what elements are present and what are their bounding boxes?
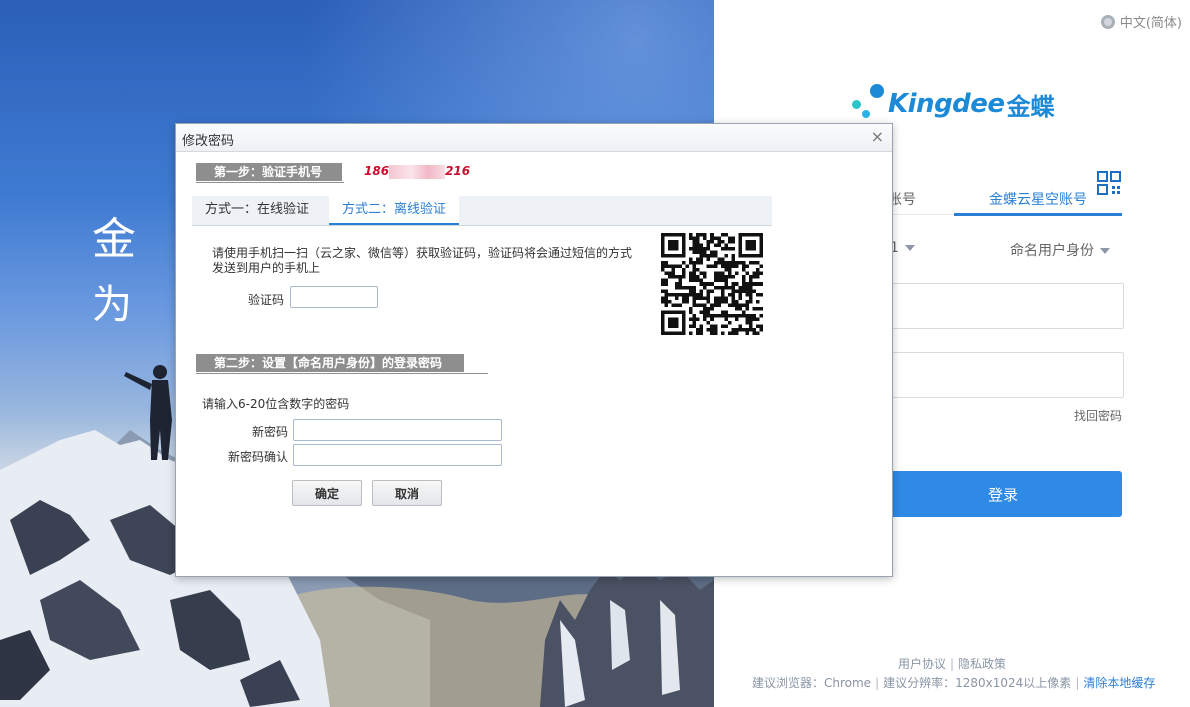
logo-text: Kingdee: [888, 89, 1005, 119]
password-input[interactable]: [884, 352, 1124, 398]
datacenter-select[interactable]: 1: [890, 240, 915, 256]
language-switcher[interactable]: 中文(简体): [1100, 12, 1182, 31]
dialog-title: 修改密码: [182, 134, 235, 149]
code-label: 验证码: [247, 293, 284, 307]
recommended-resolution-text: 建议分辨率：1280x1024以上像素: [883, 676, 1072, 690]
masked-phone-number: 186 216: [364, 164, 471, 179]
user-agreement-link[interactable]: 用户协议: [898, 657, 946, 671]
username-input[interactable]: [884, 283, 1124, 329]
chevron-down-icon: [1100, 248, 1110, 254]
password-hint: 请输入6-20位含数字的密码: [202, 397, 350, 411]
step2-label: 第二步：设置【命名用户身份】的登录密码: [196, 354, 464, 372]
privacy-policy-link[interactable]: 隐私政策: [958, 657, 1006, 671]
clear-cache-link[interactable]: 清除本地缓存: [1083, 676, 1155, 690]
step1-label: 第一步：验证手机号: [196, 163, 342, 181]
phone-mask: [389, 164, 446, 179]
verification-code-input[interactable]: [290, 286, 378, 308]
dialog-header: 修改密码 ×: [176, 124, 892, 152]
kingdee-logo: Kingdee 金蝶: [852, 84, 1055, 124]
identity-select-value: 命名用户身份: [1010, 243, 1094, 259]
login-button[interactable]: 登录: [884, 471, 1122, 517]
language-label: 中文(简体): [1119, 16, 1182, 31]
find-password-link[interactable]: 找回密码: [1074, 407, 1122, 424]
qr-code-image: [661, 233, 763, 335]
verification-method-tabs: 方式一：在线验证 方式二：离线验证: [192, 196, 772, 226]
identity-select[interactable]: 命名用户身份: [1010, 240, 1110, 260]
step1-bar: 第一步：验证手机号: [196, 163, 344, 183]
change-password-dialog: 修改密码 × 第一步：验证手机号 186 216 方式一：在线验证 方式二：离线验…: [175, 123, 893, 577]
cancel-button[interactable]: 取消: [372, 480, 442, 506]
confirm-password-label: 新密码确认: [227, 450, 288, 464]
new-password-label: 新密码: [251, 425, 288, 439]
new-password-input[interactable]: [293, 419, 502, 441]
recommended-browser-text: 建议浏览器：Chrome: [752, 676, 872, 690]
confirm-password-input[interactable]: [293, 444, 502, 466]
tab-kingdee-account[interactable]: 金蝶云星空账号: [954, 189, 1122, 209]
chevron-down-icon: [904, 245, 915, 251]
footer-links: 用户协议 | 隐私政策: [897, 657, 1007, 671]
footer-info: 建议浏览器：Chrome | 建议分辨率：1280x1024以上像素 | 清除本地缓存: [752, 676, 1156, 690]
verification-instruction: 请使用手机扫一扫（云之家、微信等）获取验证码，验证码将会通过短信的方式发送到用户…: [212, 246, 633, 275]
ok-button[interactable]: 确定: [292, 480, 362, 506]
login-tabs: 账号 金蝶云星空账号: [884, 186, 1122, 216]
tab-offline-verification[interactable]: 方式二：离线验证: [329, 196, 460, 225]
close-icon[interactable]: ×: [871, 127, 884, 146]
active-tab-underline: [954, 213, 1122, 216]
step2-bar: 第二步：设置【命名用户身份】的登录密码: [196, 354, 488, 374]
globe-icon: [1100, 14, 1115, 29]
logo-chinese-text: 金蝶: [1006, 92, 1055, 121]
tab-online-verification[interactable]: 方式一：在线验证: [192, 196, 322, 224]
logo-dots-icon: [852, 84, 888, 124]
